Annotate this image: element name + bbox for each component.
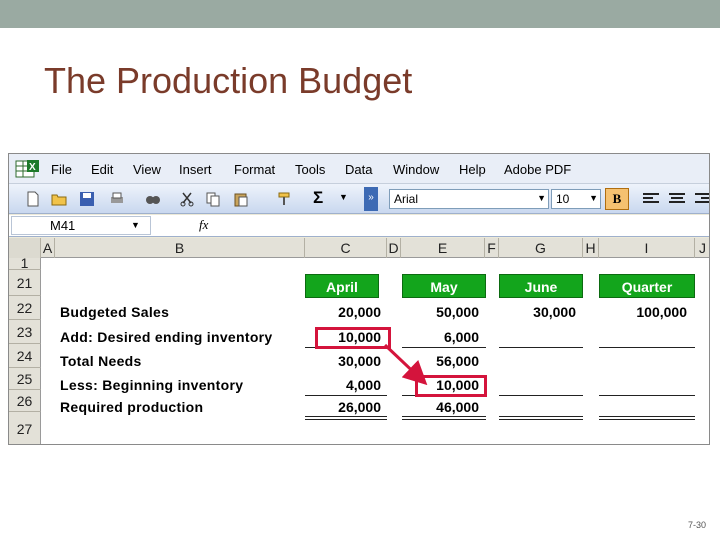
quarter-double-line-2 <box>599 419 695 420</box>
row-header-23[interactable]: 23 <box>9 320 41 344</box>
quarter-double-line-1 <box>599 416 695 417</box>
row-header-24[interactable]: 24 <box>9 344 41 368</box>
menu-data[interactable]: Data <box>345 162 372 177</box>
april-required-production: 26,000 <box>338 399 381 415</box>
menu-view[interactable]: View <box>133 162 161 177</box>
column-header-d[interactable]: D <box>387 238 401 258</box>
bold-button[interactable]: B <box>605 188 629 210</box>
may-double-line-1 <box>402 416 486 417</box>
font-name-value: Arial <box>394 192 419 206</box>
row-header-27[interactable]: 27 <box>9 412 41 444</box>
align-right-icon[interactable] <box>695 193 709 205</box>
may-budgeted-sales: 50,000 <box>436 304 479 320</box>
june-double-line-1 <box>499 416 583 417</box>
menu-help[interactable]: Help <box>459 162 486 177</box>
chevron-down-icon: ▼ <box>589 193 598 203</box>
name-box-value: M41 <box>50 218 76 233</box>
label-beginning-inventory: Less: Beginning inventory <box>60 377 244 393</box>
label-total-needs: Total Needs <box>60 353 142 369</box>
column-headers: A B C D E F G H I J <box>9 238 709 258</box>
menu-tools[interactable]: Tools <box>295 162 325 177</box>
row-header-25[interactable]: 25 <box>9 368 41 390</box>
column-header-c[interactable]: C <box>305 238 387 258</box>
menu-file[interactable]: File <box>51 162 72 177</box>
april-total-line <box>305 395 387 396</box>
header-june: June <box>499 274 583 298</box>
row-header-26[interactable]: 26 <box>9 390 41 412</box>
excel-window: X File Edit View Insert Format Tools Dat… <box>8 153 710 445</box>
slide-top-bar <box>0 0 720 28</box>
header-may: May <box>402 274 486 298</box>
column-header-e[interactable]: E <box>401 238 485 258</box>
print-icon[interactable] <box>109 191 125 207</box>
june-subtotal-line <box>499 347 583 348</box>
toolbar: Σ ▼ » Arial ▼ 10 ▼ B <box>9 184 709 214</box>
may-required-production: 46,000 <box>436 399 479 415</box>
chevron-down-icon: ▼ <box>537 193 546 203</box>
name-box[interactable]: M41 <box>11 216 151 235</box>
row-header-22[interactable]: 22 <box>9 296 41 320</box>
april-total-needs: 30,000 <box>338 353 381 369</box>
june-total-line <box>499 395 583 396</box>
slide-title: The Production Budget <box>44 60 413 101</box>
april-double-line-2 <box>305 419 387 420</box>
june-double-line-2 <box>499 419 583 420</box>
excel-app-icon: X <box>15 160 39 178</box>
column-header-j[interactable]: J <box>695 238 709 258</box>
align-center-icon[interactable] <box>669 193 685 205</box>
toolbar-overflow-button[interactable]: » <box>364 187 378 211</box>
header-quarter: Quarter <box>599 274 695 298</box>
quarter-total-line <box>599 395 695 396</box>
autosum-icon[interactable]: Σ <box>313 188 323 208</box>
column-header-f[interactable]: F <box>485 238 499 258</box>
menu-window[interactable]: Window <box>393 162 439 177</box>
svg-text:X: X <box>29 162 36 173</box>
slide-page-number: 7-30 <box>687 520 706 530</box>
quarter-budgeted-sales: 100,000 <box>636 304 687 320</box>
name-box-dropdown-icon[interactable]: ▼ <box>131 220 140 230</box>
menu-format[interactable]: Format <box>234 162 275 177</box>
research-icon[interactable] <box>145 191 161 207</box>
menu-edit[interactable]: Edit <box>91 162 113 177</box>
header-april: April <box>305 274 379 298</box>
paste-icon[interactable] <box>233 191 249 207</box>
column-header-i[interactable]: I <box>599 238 695 258</box>
april-beginning-inventory: 4,000 <box>345 377 381 393</box>
save-icon[interactable] <box>79 191 95 207</box>
may-double-line-2 <box>402 419 486 420</box>
row-header-21[interactable]: 21 <box>9 270 41 296</box>
copy-icon[interactable] <box>205 191 221 207</box>
font-size-select[interactable]: 10 ▼ <box>551 189 601 209</box>
april-budgeted-sales: 20,000 <box>338 304 381 320</box>
new-document-icon[interactable] <box>25 191 41 207</box>
font-size-value: 10 <box>556 192 570 206</box>
row-header-1[interactable]: 1 <box>9 256 41 270</box>
cut-icon[interactable] <box>179 191 195 207</box>
quarter-subtotal-line <box>599 347 695 348</box>
column-header-b[interactable]: B <box>55 238 305 258</box>
june-budgeted-sales: 30,000 <box>533 304 576 320</box>
label-required-production: Required production <box>60 399 204 415</box>
format-painter-icon[interactable] <box>277 191 293 207</box>
column-header-g[interactable]: G <box>499 238 583 258</box>
open-folder-icon[interactable] <box>51 191 67 207</box>
autosum-dropdown-icon[interactable]: ▼ <box>339 192 348 202</box>
menu-adobe-pdf[interactable]: Adobe PDF <box>504 162 571 177</box>
menu-bar: X File Edit View Insert Format Tools Dat… <box>9 154 709 184</box>
arrow-icon <box>383 343 428 386</box>
formula-bar: M41 ▼ fx <box>9 215 709 237</box>
column-header-a[interactable]: A <box>41 238 55 258</box>
fx-icon[interactable]: fx <box>199 217 208 233</box>
menu-insert[interactable]: Insert <box>179 162 212 177</box>
label-budgeted-sales: Budgeted Sales <box>60 304 170 320</box>
font-name-select[interactable]: Arial ▼ <box>389 189 549 209</box>
align-left-icon[interactable] <box>643 193 659 205</box>
label-desired-ending-inventory: Add: Desired ending inventory <box>60 329 273 345</box>
column-header-h[interactable]: H <box>583 238 599 258</box>
april-double-line-1 <box>305 416 387 417</box>
